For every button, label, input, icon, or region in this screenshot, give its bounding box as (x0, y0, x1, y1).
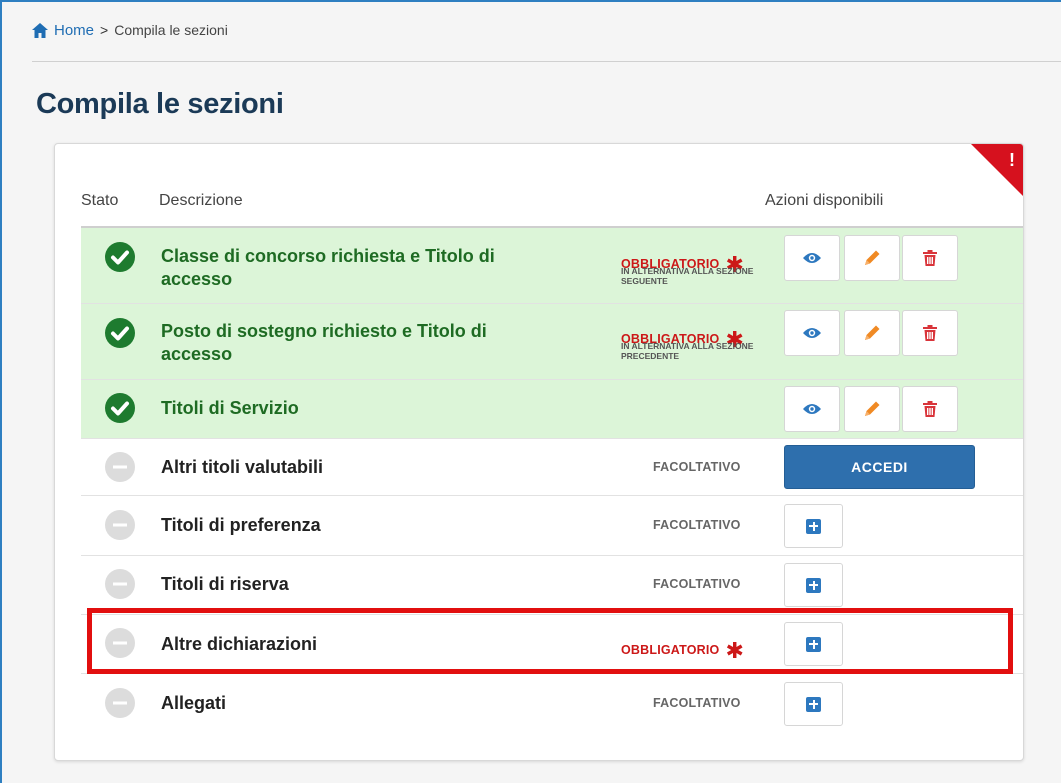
optional-label: FACOLTATIVO (653, 518, 741, 532)
breadcrumb: Home > Compila le sezioni (32, 22, 1061, 39)
sections-card: ! Stato Descrizione Azioni disponibili C… (54, 143, 1024, 761)
eye-icon (803, 253, 821, 263)
row-description: Posto di sostegno richiesto e Titolo di … (161, 321, 487, 364)
pencil-icon (865, 325, 880, 340)
trash-icon (923, 325, 937, 341)
delete-button[interactable] (902, 386, 958, 432)
pencil-icon (865, 250, 880, 265)
view-button[interactable] (784, 310, 840, 356)
table-row: Altri titoli valutabili FACOLTATIVO ACCE… (81, 439, 1023, 496)
view-button[interactable] (784, 386, 840, 432)
trash-icon (923, 401, 937, 417)
optional-label: FACOLTATIVO (653, 460, 741, 474)
row-description: Allegati (161, 693, 227, 713)
row-description: Titoli di riserva (161, 574, 289, 594)
requirement-note: IN ALTERNATIVA ALLA SEZIONE PRECEDENTE (621, 341, 754, 361)
add-button[interactable] (784, 622, 843, 666)
optional-label: FACOLTATIVO (653, 577, 741, 591)
table-row: Titoli di riserva FACOLTATIVO (81, 556, 1023, 615)
edit-button[interactable] (844, 310, 900, 356)
plus-square-icon (806, 696, 821, 712)
row-description: Titoli di preferenza (161, 515, 321, 535)
required-star-icon: ✱ (725, 638, 745, 663)
edit-button[interactable] (844, 235, 900, 281)
table-row: Posto di sostegno richiesto e Titolo di … (81, 304, 1023, 380)
table-row: Classe di concorso richiesta e Titolo di… (81, 228, 1023, 304)
plus-square-icon (806, 577, 821, 593)
header-descrizione: Descrizione (159, 192, 243, 209)
check-circle-icon (105, 393, 135, 423)
row-description: Classe di concorso richiesta e Titolo di… (161, 246, 495, 289)
row-description: Altri titoli valutabili (161, 457, 324, 477)
add-button[interactable] (784, 682, 843, 726)
required-label: OBBLIGATORIO ✱ (621, 638, 745, 663)
breadcrumb-current: Compila le sezioni (114, 22, 228, 38)
trash-icon (923, 250, 937, 266)
minus-circle-icon (105, 452, 135, 482)
requirement-note: IN ALTERNATIVA ALLA SEZIONE SEGUENTE (621, 266, 754, 286)
add-button[interactable] (784, 563, 843, 607)
optional-label: FACOLTATIVO (653, 696, 741, 710)
plus-square-icon (806, 636, 821, 652)
breadcrumb-separator: > (100, 22, 109, 38)
alert-flag-icon: ! (1009, 150, 1015, 170)
breadcrumb-home-link[interactable]: Home (54, 22, 94, 39)
header-stato: Stato (81, 192, 119, 209)
check-circle-icon (105, 242, 135, 272)
table-row: Altre dichiarazioni OBBLIGATORIO ✱ (81, 615, 1023, 674)
add-button[interactable] (784, 504, 843, 548)
eye-icon (803, 404, 821, 414)
table-row: Titoli di preferenza FACOLTATIVO (81, 496, 1023, 556)
edit-button[interactable] (844, 386, 900, 432)
row-description: Titoli di Servizio (161, 398, 299, 418)
eye-icon (803, 328, 821, 338)
delete-button[interactable] (902, 235, 958, 281)
page-title: Compila le sezioni (36, 88, 284, 120)
table-row: Allegati FACOLTATIVO (81, 674, 1023, 733)
row-description: Altre dichiarazioni (161, 634, 318, 654)
minus-circle-icon (105, 510, 135, 540)
view-button[interactable] (784, 235, 840, 281)
minus-circle-icon (105, 569, 135, 599)
delete-button[interactable] (902, 310, 958, 356)
check-circle-icon (105, 318, 135, 348)
minus-circle-icon (105, 628, 135, 658)
home-icon (32, 23, 48, 38)
accedi-button[interactable]: ACCEDI (784, 445, 975, 489)
table-row: Titoli di Servizio (81, 380, 1023, 439)
header-azioni: Azioni disponibili (765, 192, 884, 209)
header-divider (32, 61, 1061, 62)
pencil-icon (865, 401, 880, 416)
minus-circle-icon (105, 688, 135, 718)
table-header: Stato Descrizione Azioni disponibili (55, 184, 1023, 226)
plus-square-icon (806, 518, 821, 534)
